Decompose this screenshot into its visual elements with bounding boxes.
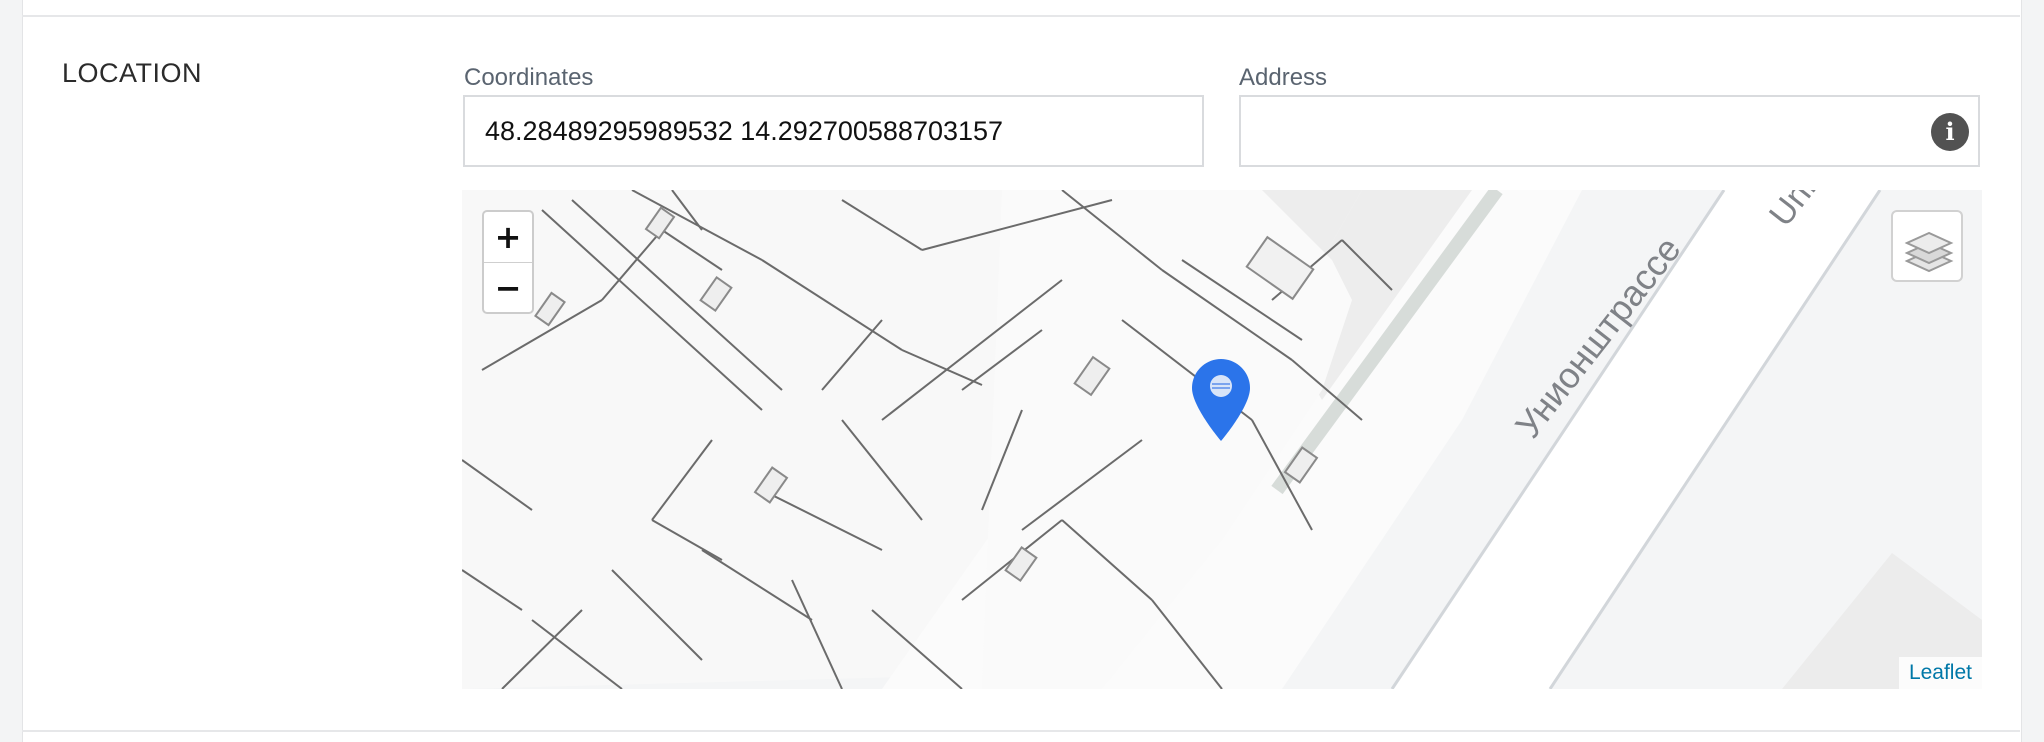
map[interactable]: Унионштрассе Uni + − Leaflet: [462, 190, 1982, 689]
bottom-divider: [22, 730, 2020, 732]
location-marker-icon[interactable]: [1190, 357, 1252, 443]
address-label: Address: [1239, 64, 1328, 91]
layers-icon: [1904, 231, 1954, 273]
section-title: LOCATION: [62, 58, 203, 88]
layers-button[interactable]: [1891, 210, 1963, 282]
attribution: Leaflet: [1898, 657, 1982, 689]
zoom-control: + −: [482, 210, 534, 314]
coordinates-input[interactable]: 48.28489295989532 14.292700588703157: [463, 95, 1204, 167]
zoom-in-button[interactable]: +: [484, 212, 532, 263]
coordinates-label: Coordinates: [464, 64, 594, 91]
top-divider: [22, 15, 2020, 17]
info-icon[interactable]: i: [1931, 113, 1969, 151]
leaflet-link[interactable]: Leaflet: [1909, 661, 1972, 684]
address-input[interactable]: i: [1239, 95, 1980, 167]
zoom-out-button[interactable]: −: [484, 263, 532, 312]
